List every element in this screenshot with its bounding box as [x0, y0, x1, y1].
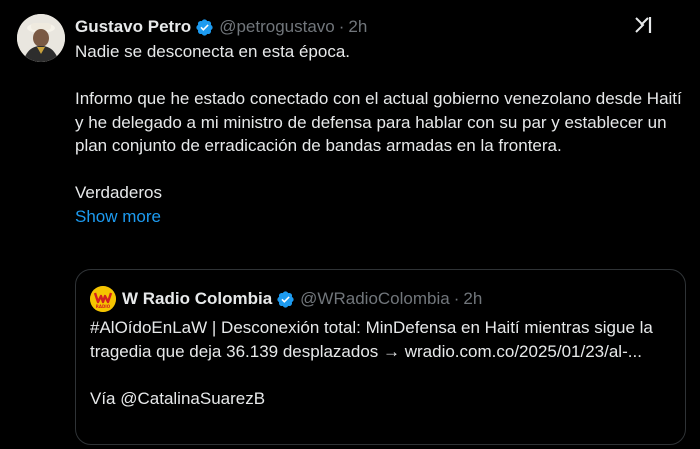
tweet-paragraph: Verdaderos: [75, 183, 162, 202]
tweet-paragraph: Informo que he estado conectado con el a…: [75, 89, 682, 155]
quoted-tweet-body: #AlOídoEnLaW | Desconexión total: MinDef…: [90, 316, 680, 410]
tweet-timestamp[interactable]: 2h: [348, 17, 367, 37]
svg-text:RADIO: RADIO: [96, 304, 111, 309]
quoted-tweet-paragraph: Vía @CatalinaSuarezB: [90, 388, 266, 408]
quoted-author-handle[interactable]: @WRadioColombia: [300, 289, 450, 309]
author-handle[interactable]: @petrogustavo: [219, 17, 335, 37]
verified-badge-icon: [195, 18, 214, 37]
grok-icon[interactable]: [633, 14, 655, 36]
tweet-paragraph: Nadie se desconecta en esta época.: [75, 42, 351, 61]
quoted-tweet-timestamp[interactable]: 2h: [463, 289, 482, 309]
show-more-link[interactable]: Show more: [75, 205, 685, 229]
separator-dot: ·: [338, 17, 345, 36]
w-radio-logo[interactable]: RADIO: [90, 286, 116, 312]
author-name[interactable]: Gustavo Petro: [75, 17, 191, 37]
tweet-body: Nadie se desconecta en esta época. Infor…: [75, 40, 685, 228]
tweet-header: Gustavo Petro @petrogustavo · 2h: [75, 14, 367, 40]
verified-badge-icon: [276, 290, 295, 309]
author-avatar[interactable]: [17, 14, 65, 62]
tweet[interactable]: Gustavo Petro @petrogustavo · 2h Nadie s…: [0, 0, 700, 449]
quoted-author-name[interactable]: W Radio Colombia: [122, 289, 272, 309]
separator-dot: ·: [453, 289, 460, 308]
quoted-tweet[interactable]: RADIO W Radio Colombia @WRadioColombia ·…: [75, 269, 686, 445]
quoted-tweet-paragraph: #AlOídoEnLaW | Desconexión total: MinDef…: [90, 318, 653, 361]
quoted-tweet-header: RADIO W Radio Colombia @WRadioColombia ·…: [90, 286, 482, 312]
